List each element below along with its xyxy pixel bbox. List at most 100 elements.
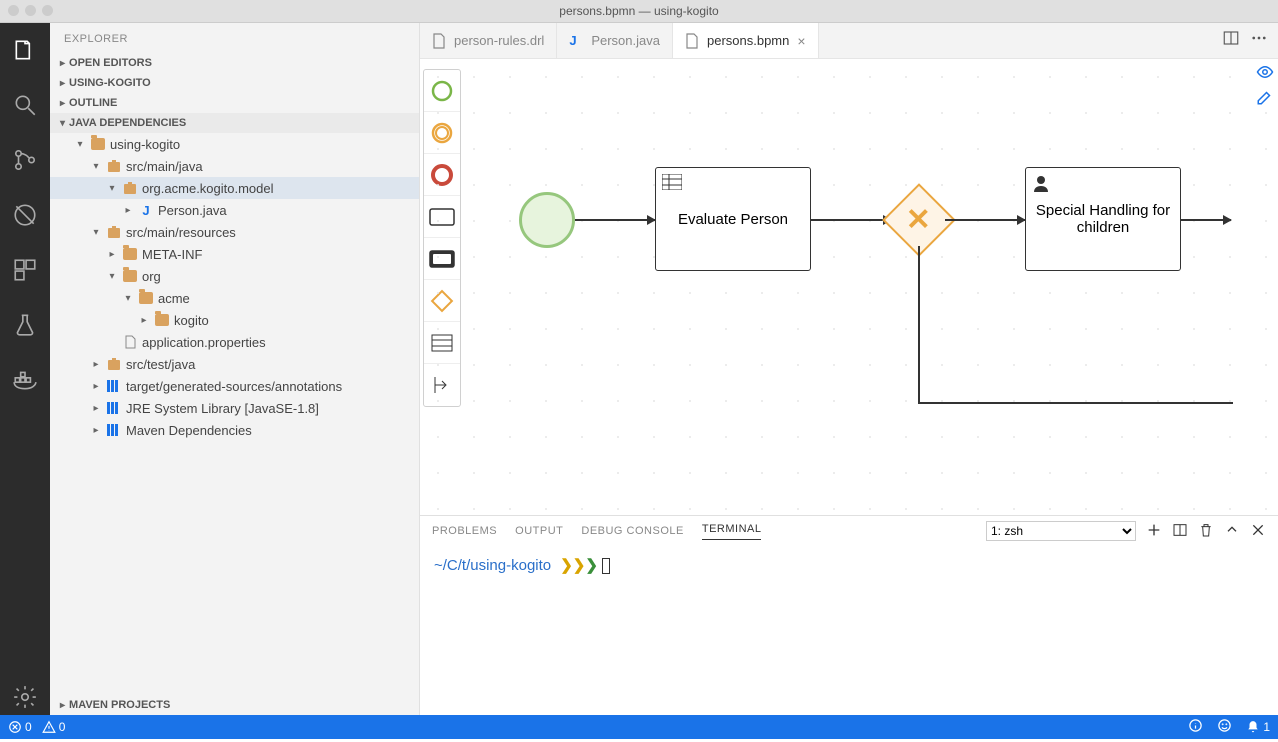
bottom-panel: PROBLEMS OUTPUT DEBUG CONSOLE TERMINAL 1… — [420, 515, 1278, 715]
tree-label: acme — [158, 291, 190, 306]
task-label: Evaluate Person — [678, 211, 788, 228]
sequence-flow[interactable] — [575, 219, 655, 221]
tree-item[interactable]: ▾org.acme.kogito.model — [50, 177, 419, 199]
tree-item[interactable]: ▾src/main/resources — [50, 221, 419, 243]
sequence-flow[interactable] — [811, 219, 891, 221]
settings-icon[interactable] — [12, 684, 38, 715]
file-icon — [122, 334, 138, 350]
bpmn-task-special[interactable]: Special Handling for children — [1025, 167, 1181, 271]
traffic-lights[interactable] — [8, 5, 53, 16]
tree-label: target/generated-sources/annotations — [126, 379, 342, 394]
sidebar-title: EXPLORER — [50, 23, 419, 53]
split-terminal-icon[interactable] — [1172, 522, 1188, 541]
tree-label: JRE System Library [JavaSE-1.8] — [126, 401, 319, 416]
maximize-panel-icon[interactable] — [1224, 522, 1240, 541]
pkg-icon — [106, 356, 122, 372]
close-panel-icon[interactable] — [1250, 522, 1266, 541]
section-maven[interactable]: ▸MAVEN PROJECTS — [50, 695, 419, 715]
source-control-icon[interactable] — [12, 147, 38, 178]
tree-item[interactable]: ▸JPerson.java — [50, 199, 419, 221]
lib-icon — [106, 378, 122, 394]
tree-item[interactable]: ▾using-kogito — [50, 133, 419, 155]
explorer-icon[interactable] — [12, 37, 38, 68]
tree-label: META-INF — [142, 247, 202, 262]
tree-label: org.acme.kogito.model — [142, 181, 274, 196]
status-errors[interactable]: 0 — [8, 720, 32, 734]
tree-item[interactable]: ▸kogito — [50, 309, 419, 331]
file-icon — [432, 33, 448, 49]
tree-item[interactable]: application.properties — [50, 331, 419, 353]
sequence-flow[interactable] — [945, 219, 1025, 221]
tree-item[interactable]: ▾org — [50, 265, 419, 287]
business-rule-icon — [662, 174, 682, 194]
java-icon: J — [569, 33, 585, 49]
panel-tab-debug[interactable]: DEBUG CONSOLE — [581, 525, 683, 537]
panel-tab-problems[interactable]: PROBLEMS — [432, 525, 497, 537]
preview-icon[interactable] — [1256, 63, 1274, 86]
bpmn-task-evaluate[interactable]: Evaluate Person — [655, 167, 811, 271]
activity-bar — [0, 23, 50, 715]
editor-area: person-rules.drl J Person.java persons.bpmn… — [420, 23, 1278, 715]
status-warnings[interactable]: 0 — [42, 720, 66, 734]
sequence-flow[interactable] — [1181, 219, 1231, 221]
tree-item[interactable]: ▸target/generated-sources/annotations — [50, 375, 419, 397]
terminal-select[interactable]: 1: zsh — [986, 521, 1136, 541]
tree-item[interactable]: ▸JRE System Library [JavaSE-1.8] — [50, 397, 419, 419]
status-notifications[interactable]: 1 — [1246, 720, 1270, 734]
status-smiley-icon[interactable] — [1217, 718, 1232, 736]
tab-label: Person.java — [591, 33, 660, 48]
tree-label: src/main/java — [126, 159, 203, 174]
tree-label: src/test/java — [126, 357, 195, 372]
terminal-prompt: ❯❯ — [560, 557, 585, 574]
section-workspace[interactable]: ▸USING-KOGITO — [50, 73, 419, 93]
section-java-deps[interactable]: ▾JAVA DEPENDENCIES — [50, 113, 419, 133]
panel-tab-terminal[interactable]: TERMINAL — [702, 523, 762, 540]
edit-icon[interactable] — [1256, 88, 1274, 111]
editor-tab[interactable]: persons.bpmn × — [673, 23, 819, 58]
docker-icon[interactable] — [12, 367, 38, 398]
debug-icon[interactable] — [12, 202, 38, 233]
tree-label: kogito — [174, 313, 209, 328]
pkg-icon — [122, 180, 138, 196]
bpmn-canvas[interactable]: Evaluate Person ✕ Special Handling for c… — [420, 59, 1278, 515]
editor-tab[interactable]: person-rules.drl — [420, 23, 557, 58]
tree-item[interactable]: ▾src/main/java — [50, 155, 419, 177]
terminal-body[interactable]: ~/C/t/using-kogito ❯❯❯ — [420, 546, 1278, 715]
tree: ▾using-kogito▾src/main/java▾org.acme.kog… — [50, 133, 419, 695]
more-icon[interactable] — [1250, 29, 1268, 52]
terminal-cursor — [602, 558, 610, 574]
sequence-flow[interactable] — [918, 402, 1233, 404]
test-icon[interactable] — [12, 312, 38, 343]
tree-item[interactable]: ▸src/test/java — [50, 353, 419, 375]
sequence-flow[interactable] — [918, 246, 920, 404]
folder-icon — [138, 290, 154, 306]
java-icon: J — [138, 202, 154, 218]
section-open-editors[interactable]: ▸OPEN EDITORS — [50, 53, 419, 73]
titlebar: persons.bpmn — using-kogito — [0, 0, 1278, 23]
status-feedback-icon[interactable] — [1188, 718, 1203, 736]
pkg-icon — [106, 224, 122, 240]
folder-icon — [122, 246, 138, 262]
new-terminal-icon[interactable] — [1146, 522, 1162, 541]
extensions-icon[interactable] — [12, 257, 38, 288]
tree-label: Person.java — [158, 203, 227, 218]
task-label: Special Handling for children — [1034, 202, 1172, 236]
tree-item[interactable]: ▾acme — [50, 287, 419, 309]
search-icon[interactable] — [12, 92, 38, 123]
panel-tab-output[interactable]: OUTPUT — [515, 525, 563, 537]
editor-tab[interactable]: J Person.java — [557, 23, 673, 58]
close-icon[interactable]: × — [797, 33, 805, 49]
lib-icon — [106, 422, 122, 438]
kill-terminal-icon[interactable] — [1198, 522, 1214, 541]
tree-label: using-kogito — [110, 137, 180, 152]
tab-label: person-rules.drl — [454, 33, 544, 48]
bpmn-start-event[interactable] — [519, 192, 575, 248]
tab-label: persons.bpmn — [707, 33, 789, 48]
window-title: persons.bpmn — using-kogito — [559, 4, 718, 18]
sidebar: EXPLORER ▸OPEN EDITORS ▸USING-KOGITO ▸OU… — [50, 23, 420, 715]
split-editor-icon[interactable] — [1222, 29, 1240, 52]
tree-item[interactable]: ▸Maven Dependencies — [50, 419, 419, 441]
user-icon — [1032, 174, 1050, 196]
tree-item[interactable]: ▸META-INF — [50, 243, 419, 265]
section-outline[interactable]: ▸OUTLINE — [50, 93, 419, 113]
